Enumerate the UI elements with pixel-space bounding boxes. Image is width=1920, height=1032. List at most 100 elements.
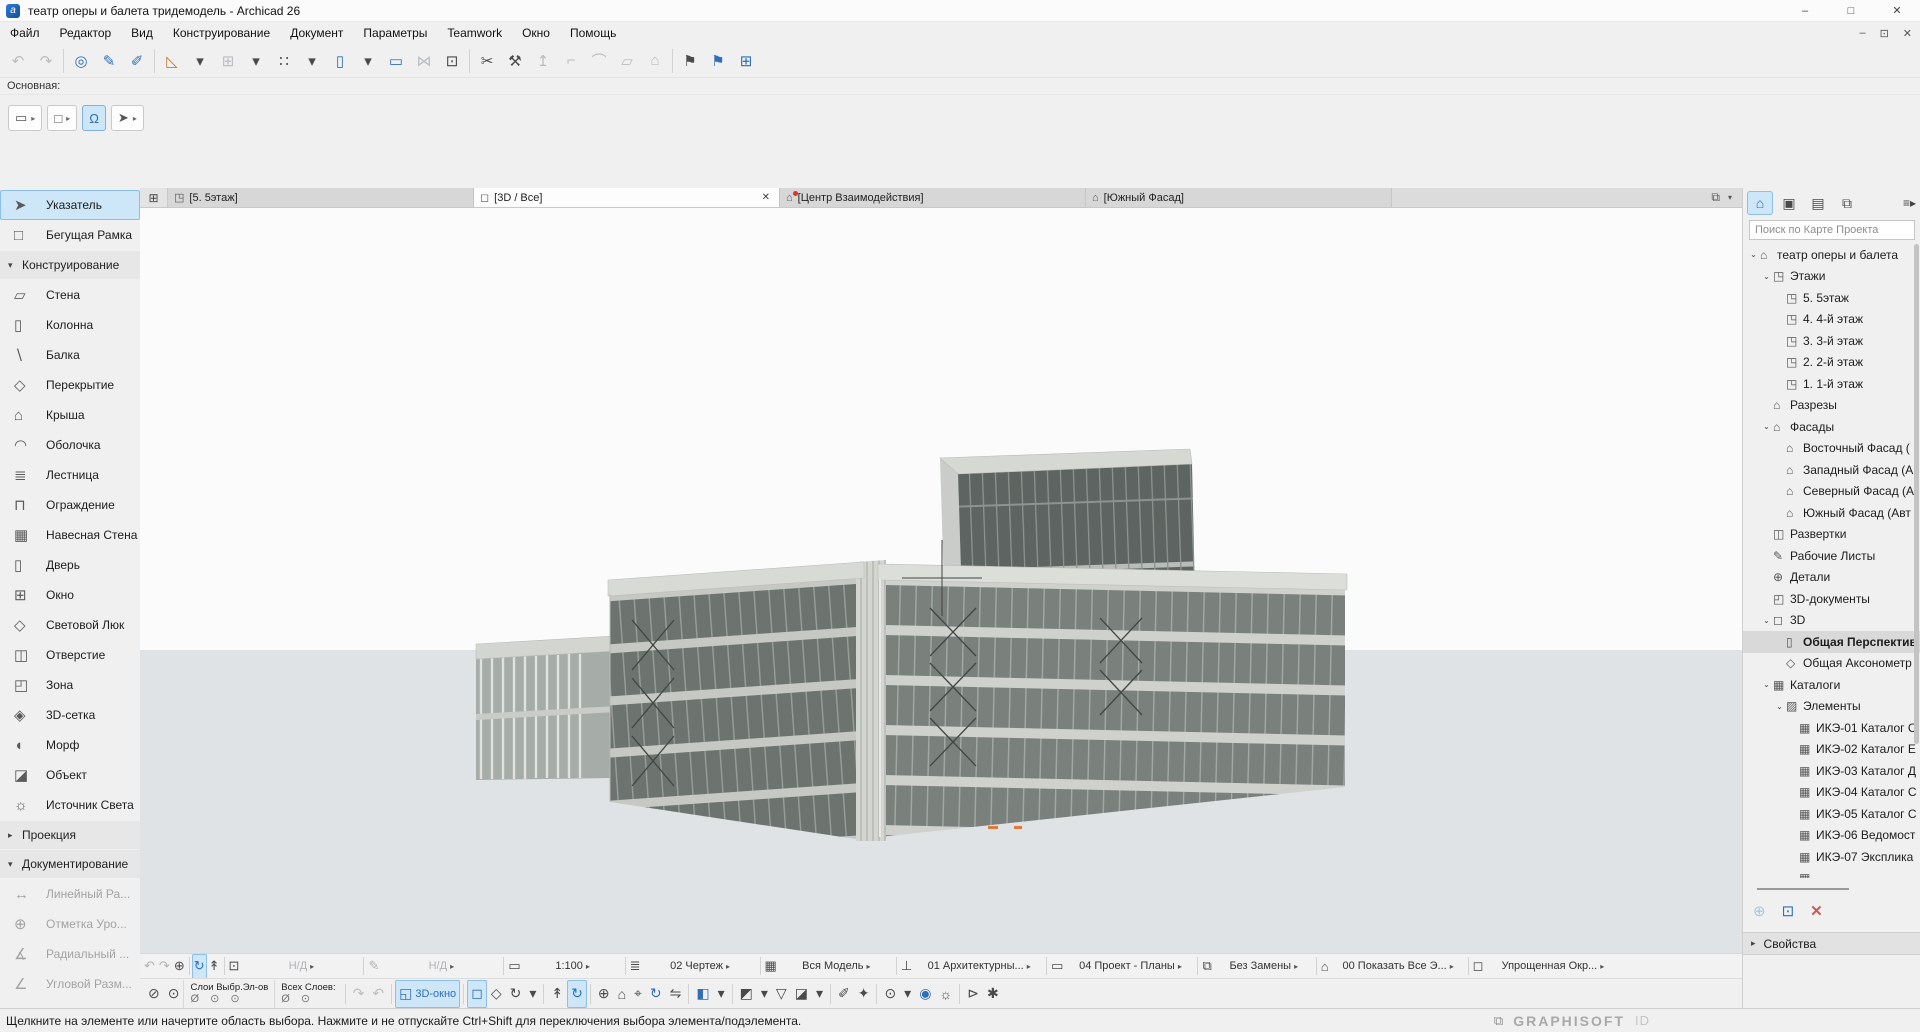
- orbit-mode-icon[interactable]: ↻: [567, 980, 587, 1008]
- toolbox-item[interactable]: ◖ Морф: [0, 730, 140, 760]
- tree-item[interactable]: ✎ Рабочие Листы: [1743, 545, 1920, 567]
- fit-in-window-icon[interactable]: ⊡: [227, 954, 242, 979]
- tree-item[interactable]: ◳ 4. 4-й этаж: [1743, 309, 1920, 331]
- home-view-icon[interactable]: ⌂: [614, 980, 630, 1008]
- pen-set-selector[interactable]: Н/Д ▸: [381, 954, 501, 979]
- tree-item[interactable]: ⌂ Разрезы: [1743, 395, 1920, 417]
- tree-item[interactable]: ▦ ИКЭ-01 Каталог С: [1743, 717, 1920, 739]
- tree-item[interactable]: ⌂ Восточный Фасад (: [1743, 438, 1920, 460]
- resize-icon[interactable]: ▱: [613, 48, 641, 74]
- all-layers-panel[interactable]: Всех Слоев: Ø ⊙: [274, 980, 341, 1008]
- toolbox-item[interactable]: ▯ Колонна: [0, 310, 140, 340]
- tree-item[interactable]: ◇ Общая Аксонометр: [1743, 653, 1920, 675]
- tree-item[interactable]: ▦ ИКЭ-05 Каталог С: [1743, 803, 1920, 825]
- toolbox-item[interactable]: ◠ Оболочка: [0, 430, 140, 460]
- guide-lines-dropdown-icon[interactable]: ▾: [186, 48, 214, 74]
- edit-selection-set-icon[interactable]: ⊡: [438, 48, 466, 74]
- tab-overview-button[interactable]: ⊞: [140, 188, 168, 207]
- menu-item[interactable]: Редактор: [50, 22, 122, 44]
- toolbox-item[interactable]: ≣ Лестница: [0, 460, 140, 490]
- adjust-icon[interactable]: ⚒: [501, 48, 529, 74]
- marquee-zoom-icon[interactable]: ◎: [67, 48, 95, 74]
- tab[interactable]: ⌂ [Центр Взаимодействия]: [780, 188, 1086, 207]
- toolbox-item[interactable]: ∠ Угловой Разм...: [0, 969, 140, 999]
- inject-parameters-icon[interactable]: ✐: [123, 48, 151, 74]
- properties-panel-header[interactable]: ▸ Свойства: [1743, 932, 1920, 955]
- guide-lines-icon[interactable]: ◺: [158, 48, 186, 74]
- toolbox-item[interactable]: ▾ Конструирование: [0, 251, 140, 279]
- split-icon[interactable]: ✂: [473, 48, 501, 74]
- expand-arrow-icon[interactable]: ⌄: [1760, 616, 1773, 625]
- photorendering-settings-icon[interactable]: ◉: [915, 980, 935, 1008]
- 3d-window-settings-icon[interactable]: ◱ 3D-окно: [395, 980, 460, 1008]
- environment-icon[interactable]: ◻: [1471, 954, 1486, 979]
- tree-item[interactable]: ▦ ИКЭ-06 Ведомост: [1743, 825, 1920, 847]
- tree-item[interactable]: ⌄ ⌂ Фасады: [1743, 416, 1920, 438]
- undo-icon[interactable]: ↶: [4, 48, 32, 74]
- tree-item[interactable]: ◳ 1. 1-й этаж: [1743, 373, 1920, 395]
- project-map-button[interactable]: ⌂: [1747, 191, 1773, 215]
- add-item-button[interactable]: ⊕: [1753, 902, 1766, 920]
- retouch-icon[interactable]: ✦: [854, 980, 874, 1008]
- tree-item[interactable]: ⌄ ◻ 3D: [1743, 610, 1920, 632]
- menu-item[interactable]: Файл: [0, 22, 50, 44]
- tab[interactable]: ◻ [3D / Все] ✕: [474, 188, 780, 207]
- virtual-trace-icon[interactable]: ▯: [326, 48, 354, 74]
- graphisoft-window-icon[interactable]: ⧉: [1494, 1013, 1503, 1029]
- window-maximize-button[interactable]: □: [1828, 0, 1874, 22]
- 3d-marquee-dropdown-icon[interactable]: ▾: [757, 980, 772, 1008]
- toolbox-item[interactable]: ↔ Линейный Ра...: [0, 879, 140, 909]
- menu-item[interactable]: Документ: [280, 22, 353, 44]
- mark-up-list-icon[interactable]: ⚑: [704, 48, 732, 74]
- view-redo-icon[interactable]: ↷: [157, 954, 172, 979]
- selection-method-button[interactable]: □▸: [47, 105, 77, 131]
- tree-item[interactable]: ◳ 3. 3-й этаж: [1743, 330, 1920, 352]
- layout-standard-selector[interactable]: 04 Проект - Планы ▸: [1065, 954, 1195, 979]
- toggle-lock-icon[interactable]: ⊙: [164, 980, 184, 1008]
- cutting-planes-dropdown-icon[interactable]: ▾: [812, 980, 827, 1008]
- settings-button[interactable]: ⊡: [1782, 902, 1795, 920]
- expand-arrow-icon[interactable]: ⌄: [1747, 250, 1760, 259]
- expand-arrow-icon[interactable]: ⌄: [1760, 422, 1773, 431]
- magnet-button[interactable]: Ω: [82, 105, 106, 131]
- toolbox-item[interactable]: □ Бегущая Рамка: [0, 220, 140, 250]
- menu-item[interactable]: Teamwork: [437, 22, 512, 44]
- menu-item[interactable]: Конструирование: [163, 22, 280, 44]
- camera-position-icon[interactable]: ⌖: [630, 980, 646, 1008]
- snap-points-icon[interactable]: ∷: [270, 48, 298, 74]
- tree-item[interactable]: ◳ 5. 5этаж: [1743, 287, 1920, 309]
- tree-item[interactable]: ▦: [1743, 868, 1920, 879]
- filter-elements-icon[interactable]: ▽: [772, 980, 791, 1008]
- tree-item[interactable]: ▦ ИКЭ-03 Каталог Д: [1743, 760, 1920, 782]
- perspective-icon[interactable]: ◻: [467, 980, 487, 1008]
- window-minimize-button[interactable]: –: [1782, 0, 1828, 22]
- tree-scrollbar[interactable]: [1914, 244, 1919, 744]
- 3d-marquee-icon[interactable]: ◩: [736, 980, 757, 1008]
- toolbox-item[interactable]: ∖ Балка: [0, 340, 140, 370]
- model-view-selector[interactable]: Вся Модель ▸: [779, 954, 894, 979]
- tree-item[interactable]: ◫ Развертки: [1743, 524, 1920, 546]
- virtual-trace-dropdown-icon[interactable]: ▾: [354, 48, 382, 74]
- redo-icon[interactable]: ↷: [32, 48, 60, 74]
- renovation-status-selector[interactable]: Без Замены ▸: [1214, 954, 1314, 979]
- tab[interactable]: ◳ [5. 5этаж]: [168, 188, 474, 207]
- tree-item[interactable]: ▦ ИКЭ-04 Каталог С: [1743, 782, 1920, 804]
- selected-element-layers-panel[interactable]: Слои Выбр.Эл-ов Ø ⊙ ⊙: [183, 980, 274, 1008]
- environment-selector[interactable]: Упрощенная Окр... ▸: [1485, 954, 1620, 979]
- tree-item[interactable]: ◳ 2. 2-й этаж: [1743, 352, 1920, 374]
- 3d-styles-dropdown-icon[interactable]: ▾: [714, 980, 729, 1008]
- trim-icon[interactable]: ↥: [529, 48, 557, 74]
- element-information-icon[interactable]: ⊞: [732, 48, 760, 74]
- menu-item[interactable]: Вид: [121, 22, 163, 44]
- document-restore-button[interactable]: ⊡: [1880, 27, 1889, 40]
- coordinates-icon[interactable]: ⊞: [214, 48, 242, 74]
- toolbox-item[interactable]: ▯ Дверь: [0, 550, 140, 580]
- zoom-in-icon[interactable]: ⊕: [172, 954, 187, 979]
- toolbox-item[interactable]: ▱ Стена: [0, 280, 140, 310]
- dimension-standard-selector[interactable]: 01 Архитектурны... ▸: [914, 954, 1044, 979]
- scale-icon[interactable]: ▭: [506, 954, 522, 979]
- marquee-method-button[interactable]: ▭▸: [8, 105, 42, 131]
- snapshot-icon[interactable]: ⊙: [880, 980, 900, 1008]
- coordinates-dropdown-icon[interactable]: ▾: [242, 48, 270, 74]
- toolbox-item[interactable]: ⊞ Окно: [0, 580, 140, 610]
